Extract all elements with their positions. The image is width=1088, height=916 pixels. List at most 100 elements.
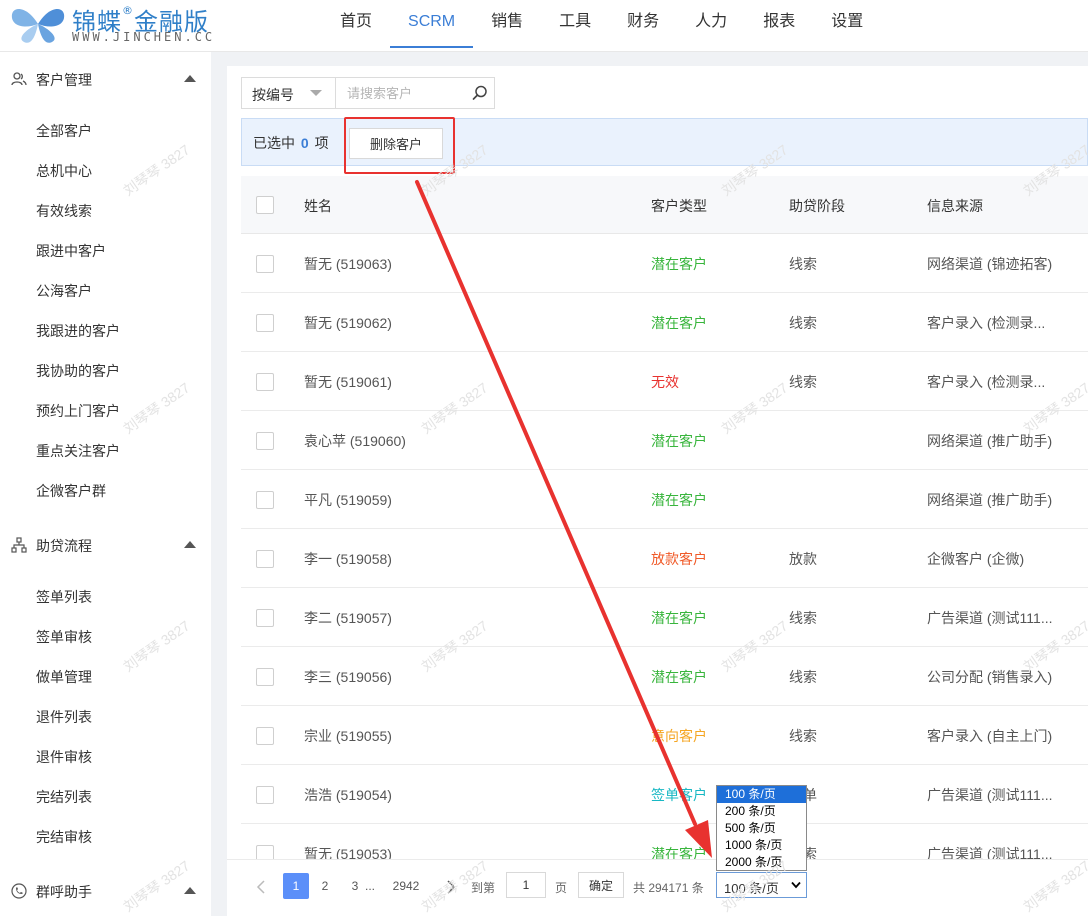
customer-name-cell[interactable]: 浩浩 (519054) xyxy=(304,785,392,805)
main-panel: 按编号 已选中 0 项 删除客户 姓名 客户类型 助贷阶段 信息来源 暂无 (5… xyxy=(227,66,1088,916)
customer-name-cell[interactable]: 暂无 (519062) xyxy=(304,313,392,333)
row-checkbox[interactable] xyxy=(256,314,274,332)
page-size-option[interactable]: 100 条/页 xyxy=(717,786,806,803)
sidebar-item-loan-4[interactable]: 退件审核 xyxy=(36,747,92,767)
caret-up-icon xyxy=(184,541,196,548)
customer-name-cell[interactable]: 李一 (519058) xyxy=(304,549,392,569)
search-icon[interactable] xyxy=(471,84,489,102)
sidebar-item-loan-1[interactable]: 签单审核 xyxy=(36,627,92,647)
column-header-name[interactable]: 姓名 xyxy=(304,196,332,216)
pagination: 1 2 3 ... 2942 到第 页 确定 共 294171 条 100 条/… xyxy=(227,859,1088,916)
phone-icon xyxy=(11,883,27,899)
sidebar-item-customer-3[interactable]: 跟进中客户 xyxy=(36,241,106,261)
info-source-cell: 网络渠道 (锦迹拓客) xyxy=(927,256,1053,272)
sidebar-item-loan-5[interactable]: 完结列表 xyxy=(36,787,92,807)
row-checkbox[interactable] xyxy=(256,668,274,686)
sidebar-group-loan-process[interactable]: 助贷流程 xyxy=(0,525,211,565)
table-row[interactable]: 暂无 (519062) 潜在客户 线索 客户录入 (检测录... xyxy=(241,293,1088,352)
page-1[interactable]: 1 xyxy=(283,873,309,899)
sidebar-item-customer-7[interactable]: 预约上门客户 xyxy=(36,401,120,421)
select-all-checkbox[interactable] xyxy=(256,196,274,214)
sidebar-item-customer-9[interactable]: 企微客户群 xyxy=(36,481,106,501)
sidebar-item-customer-8[interactable]: 重点关注客户 xyxy=(36,441,120,461)
customer-name-cell[interactable]: 平凡 (519059) xyxy=(304,490,392,510)
row-checkbox[interactable] xyxy=(256,491,274,509)
page-last[interactable]: 2942 xyxy=(389,873,423,899)
goto-confirm-button[interactable]: 确定 xyxy=(578,872,624,898)
info-source-cell: 公司分配 (销售录入) xyxy=(927,669,1053,685)
row-checkbox[interactable] xyxy=(256,786,274,804)
chevron-right-icon[interactable] xyxy=(445,880,457,894)
sidebar-item-customer-0[interactable]: 全部客户 xyxy=(36,121,92,141)
customer-name-cell[interactable]: 李二 (519057) xyxy=(304,608,392,628)
search-field-label: 按编号 xyxy=(252,87,294,103)
main-nav: 首页 SCRM 销售 工具 财务 人力 报表 设置 xyxy=(322,0,881,52)
page-ellipsis[interactable]: ... xyxy=(363,873,377,899)
nav-item-3[interactable]: 工具 xyxy=(541,0,609,48)
customer-name-cell[interactable]: 宗业 (519055) xyxy=(304,726,392,746)
row-checkbox[interactable] xyxy=(256,727,274,745)
brand-logo[interactable]: 锦蝶®金融版 WWW.JINCHEN.CC xyxy=(6,2,246,48)
sidebar-item-customer-2[interactable]: 有效线索 xyxy=(36,201,92,221)
column-header-loan-stage[interactable]: 助贷阶段 xyxy=(789,196,845,216)
column-header-customer-type[interactable]: 客户类型 xyxy=(651,196,707,216)
sidebar-item-loan-3[interactable]: 退件列表 xyxy=(36,707,92,727)
table-row[interactable]: 暂无 (519061) 无效 线索 客户录入 (检测录... xyxy=(241,352,1088,411)
nav-item-6[interactable]: 报表 xyxy=(745,0,813,48)
sidebar-item-customer-1[interactable]: 总机中心 xyxy=(36,161,92,181)
search-bar: 按编号 xyxy=(241,77,495,109)
users-icon xyxy=(11,72,27,86)
table-row[interactable]: 李二 (519057) 潜在客户 线索 广告渠道 (测试111... xyxy=(241,588,1088,647)
search-field-select[interactable]: 按编号 xyxy=(242,78,336,108)
row-checkbox[interactable] xyxy=(256,550,274,568)
info-source-cell: 企微客户 (企微) xyxy=(927,551,1025,567)
customer-name-cell[interactable]: 李三 (519056) xyxy=(304,667,392,687)
goto-page-input[interactable] xyxy=(506,872,546,898)
sidebar-item-customer-6[interactable]: 我协助的客户 xyxy=(36,361,120,381)
page-size-option[interactable]: 1000 条/页 xyxy=(717,837,806,854)
sidebar-item-loan-0[interactable]: 签单列表 xyxy=(36,587,92,607)
table-row[interactable]: 平凡 (519059) 潜在客户 网络渠道 (推广助手) xyxy=(241,470,1088,529)
customer-type-cell: 潜在客户 xyxy=(651,433,707,449)
customer-name-cell[interactable]: 袁心苹 (519060) xyxy=(304,431,406,451)
page-size-option[interactable]: 500 条/页 xyxy=(717,820,806,837)
table-header: 姓名 客户类型 助贷阶段 信息来源 xyxy=(241,176,1088,234)
column-header-info-source[interactable]: 信息来源 xyxy=(927,196,983,216)
page-2[interactable]: 2 xyxy=(312,873,338,899)
page-size-option[interactable]: 2000 条/页 xyxy=(717,854,806,871)
nav-item-0[interactable]: 首页 xyxy=(322,0,390,48)
nav-item-7[interactable]: 设置 xyxy=(813,0,881,48)
sidebar-group-label: 客户管理 xyxy=(36,72,92,88)
row-checkbox[interactable] xyxy=(256,373,274,391)
butterfly-logo-icon xyxy=(11,8,65,43)
table-row[interactable]: 李三 (519056) 潜在客户 线索 公司分配 (销售录入) xyxy=(241,647,1088,706)
table-row[interactable]: 宗业 (519055) 意向客户 线索 客户录入 (自主上门) xyxy=(241,706,1088,765)
sidebar-item-customer-4[interactable]: 公海客户 xyxy=(36,281,92,301)
table-row[interactable]: 浩浩 (519054)签单客户签单广告渠道 (测试111... xyxy=(241,765,1088,824)
page-size-select[interactable]: 100 条/页 xyxy=(716,872,807,898)
row-checkbox[interactable] xyxy=(256,432,274,450)
row-checkbox[interactable] xyxy=(256,255,274,273)
sidebar-item-customer-5[interactable]: 我跟进的客户 xyxy=(36,321,120,341)
sidebar-item-loan-2[interactable]: 做单管理 xyxy=(36,667,92,687)
delete-customer-button[interactable]: 删除客户 xyxy=(349,128,443,159)
nav-item-4[interactable]: 财务 xyxy=(609,0,677,48)
page-size-option[interactable]: 200 条/页 xyxy=(717,803,806,820)
search-input[interactable] xyxy=(337,78,465,108)
table-row[interactable]: 暂无 (519063) 潜在客户 线索 网络渠道 (锦迹拓客) xyxy=(241,234,1088,293)
customer-type-cell: 意向客户 xyxy=(651,728,707,744)
nav-item-5[interactable]: 人力 xyxy=(677,0,745,48)
row-checkbox[interactable] xyxy=(256,609,274,627)
sidebar-group-customer-management[interactable]: 客户管理 xyxy=(0,59,211,99)
table-row[interactable]: 李一 (519058) 放款客户 放款 企微客户 (企微) xyxy=(241,529,1088,588)
sidebar-item-loan-6[interactable]: 完结审核 xyxy=(36,827,92,847)
table-row[interactable]: 袁心苹 (519060) 潜在客户 网络渠道 (推广助手) xyxy=(241,411,1088,470)
customer-name-cell[interactable]: 暂无 (519063) xyxy=(304,254,392,274)
sidebar-group-call-assistant[interactable]: 群呼助手 xyxy=(0,871,211,911)
hierarchy-icon xyxy=(11,537,27,553)
customer-name-cell[interactable]: 暂无 (519061) xyxy=(304,372,392,392)
info-source-cell: 客户录入 (检测录... xyxy=(927,315,1046,331)
nav-item-2[interactable]: 销售 xyxy=(473,0,541,48)
chevron-left-icon[interactable] xyxy=(255,880,267,894)
nav-item-1[interactable]: SCRM xyxy=(390,0,474,48)
